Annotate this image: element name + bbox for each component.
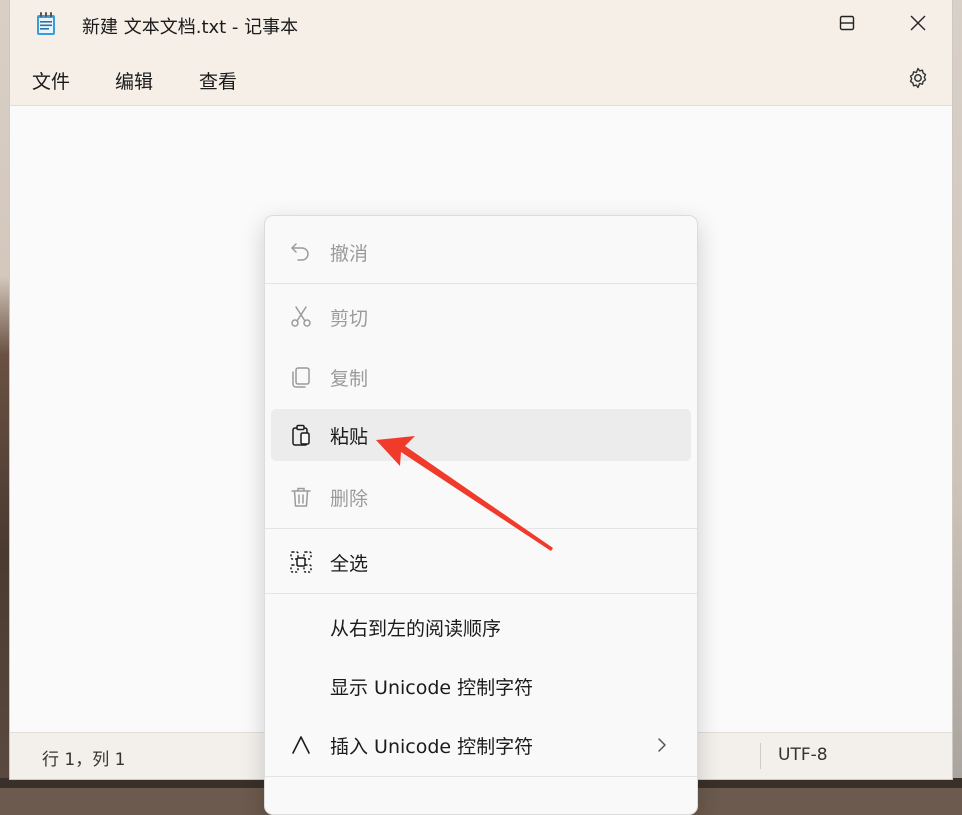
cursor-position: 行 1，列 1 [42, 750, 126, 770]
close-button[interactable] [883, 0, 953, 46]
menu-edit[interactable]: 编辑 [111, 65, 157, 96]
scissors-icon [291, 306, 311, 327]
menu-item-rtl-reading-order[interactable]: 从右到左的阅读顺序 [271, 601, 691, 653]
settings-gear-icon[interactable] [906, 66, 930, 90]
context-menu: 撤消 剪切 复制 粘贴 删除 全选 从右到左的阅读顺序 显示 Unicode 控… [264, 215, 698, 815]
encoding-indicator: UTF-8 [778, 745, 828, 765]
menu-item-label: 删除 [330, 487, 369, 510]
clipboard-icon [292, 424, 310, 446]
menu-item-insert-unicode-control[interactable]: 插入 Unicode 控制字符 [271, 719, 691, 771]
copy-icon [292, 367, 310, 388]
menu-separator [265, 283, 697, 284]
menu-item-label: 插入 Unicode 控制字符 [330, 735, 534, 758]
close-icon [910, 15, 926, 31]
menu-item-label: 粘贴 [330, 425, 369, 448]
window-title: 新建 文本文档.txt - 记事本 [82, 17, 299, 38]
undo-icon [291, 243, 309, 261]
select-all-icon [290, 551, 312, 573]
menu-item-cut[interactable]: 剪切 [271, 291, 691, 343]
menu-item-delete[interactable]: 删除 [271, 471, 691, 523]
menu-view[interactable]: 查看 [195, 65, 241, 96]
desktop-background-right [952, 0, 962, 788]
menu-item-label: 显示 Unicode 控制字符 [330, 676, 534, 699]
menu-item-label: 全选 [330, 552, 369, 575]
menu-file[interactable]: 文件 [28, 65, 74, 96]
chevron-right-icon [658, 738, 666, 752]
menu-item-paste[interactable]: 粘贴 [271, 409, 691, 461]
menu-item-show-unicode-control[interactable]: 显示 Unicode 控制字符 [271, 660, 691, 712]
menu-item-copy[interactable]: 复制 [271, 351, 691, 403]
menu-separator [265, 776, 697, 777]
maximize-icon [839, 15, 855, 31]
menu-item-undo[interactable]: 撤消 [271, 226, 691, 278]
status-divider [760, 743, 761, 769]
menu-item-label: 从右到左的阅读顺序 [330, 617, 502, 640]
insert-caret-icon [292, 736, 310, 754]
menu-separator [265, 528, 697, 529]
menu-item-select-all[interactable]: 全选 [271, 536, 691, 588]
trash-icon [291, 487, 311, 507]
menu-separator [265, 593, 697, 594]
menu-item-label: 剪切 [330, 307, 369, 330]
maximize-button[interactable] [812, 0, 882, 46]
menu-bar: 文件 编辑 查看 [10, 50, 952, 106]
notepad-app-icon [37, 12, 55, 35]
menu-item-label: 撤消 [330, 242, 369, 265]
menu-item-label: 复制 [330, 367, 369, 390]
title-bar[interactable]: 新建 文本文档.txt - 记事本 [10, 0, 952, 50]
